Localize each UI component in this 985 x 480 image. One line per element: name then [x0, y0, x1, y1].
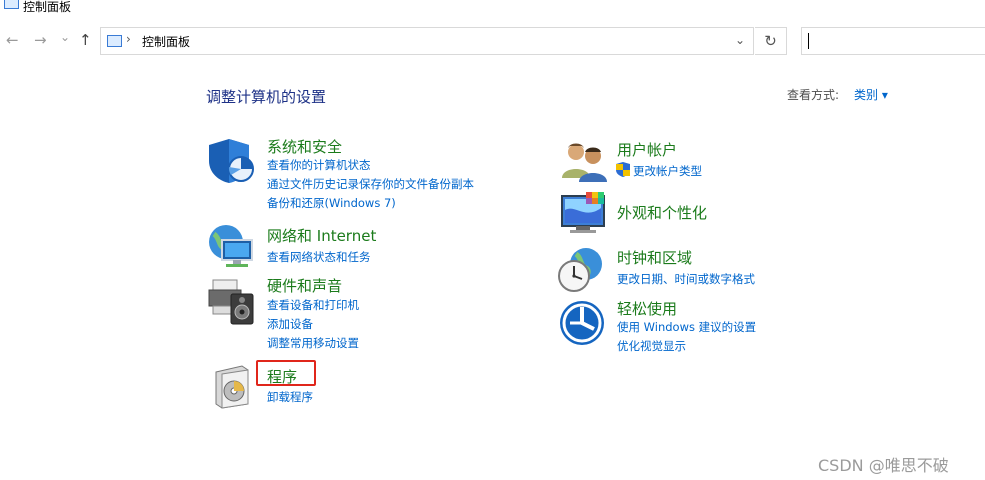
printer-speaker-icon[interactable] [207, 276, 257, 326]
ease-of-access-icon[interactable] [558, 299, 606, 347]
hardware-sound-link[interactable]: 硬件和声音 [267, 275, 342, 296]
breadcrumb-control-panel[interactable]: 控制面板 [142, 33, 190, 50]
window-title: 控制面板 [23, 0, 72, 14]
devices-printers-link[interactable]: 查看设备和打印机 [267, 297, 359, 313]
user-accounts-icon[interactable] [560, 140, 608, 182]
view-by-label: 查看方式: [787, 88, 840, 102]
uac-shield-icon [616, 162, 630, 177]
search-input[interactable] [801, 27, 985, 55]
forward-button[interactable]: → [34, 31, 47, 49]
shield-icon[interactable] [207, 137, 255, 185]
back-button[interactable]: ← [6, 31, 19, 49]
control-panel-icon [107, 35, 122, 47]
network-internet-link[interactable]: 网络和 Internet [267, 225, 376, 246]
highlight-box [256, 360, 316, 386]
watermark-text: CSDN @唯思不破 [818, 456, 949, 475]
network-globe-icon[interactable] [206, 222, 256, 270]
backup-restore-link[interactable]: 备份和还原(Windows 7) [267, 195, 396, 211]
change-date-time-format-link[interactable]: 更改日期、时间或数字格式 [617, 271, 755, 287]
change-account-type-link[interactable]: 更改帐户类型 [633, 163, 702, 179]
add-device-link[interactable]: 添加设备 [267, 316, 313, 332]
address-bar[interactable]: › 控制面板 ⌄ [100, 27, 754, 55]
clock-globe-icon[interactable] [558, 246, 606, 294]
address-dropdown-button[interactable]: ⌄ [735, 33, 745, 47]
user-accounts-link[interactable]: 用户帐户 [617, 139, 677, 160]
appearance-monitor-icon[interactable] [560, 190, 608, 238]
view-by-dropdown[interactable]: 类别 ▾ [854, 86, 888, 103]
recent-locations-button[interactable]: ⌄ [60, 30, 70, 44]
breadcrumb-separator[interactable]: › [126, 32, 131, 46]
up-button[interactable]: ↑ [79, 31, 92, 49]
page-title: 调整计算机的设置 [206, 88, 327, 106]
uninstall-program-link[interactable]: 卸载程序 [267, 389, 313, 405]
text-caret [808, 33, 809, 49]
control-panel-icon [4, 0, 19, 9]
clock-region-link[interactable]: 时钟和区域 [617, 247, 692, 268]
appearance-personalization-link[interactable]: 外观和个性化 [617, 202, 707, 223]
programs-box-icon[interactable] [212, 364, 252, 410]
file-history-link[interactable]: 通过文件历史记录保存你的文件备份副本 [267, 176, 474, 192]
recommended-settings-link[interactable]: 使用 Windows 建议的设置 [617, 319, 756, 335]
system-security-link[interactable]: 系统和安全 [267, 136, 342, 157]
refresh-button[interactable]: ↻ [755, 27, 787, 55]
ease-of-access-link[interactable]: 轻松使用 [617, 298, 677, 319]
mobility-settings-link[interactable]: 调整常用移动设置 [267, 335, 359, 351]
view-computer-status-link[interactable]: 查看你的计算机状态 [267, 157, 371, 173]
network-status-link[interactable]: 查看网络状态和任务 [267, 249, 371, 265]
optimize-visual-display-link[interactable]: 优化视觉显示 [617, 338, 686, 354]
